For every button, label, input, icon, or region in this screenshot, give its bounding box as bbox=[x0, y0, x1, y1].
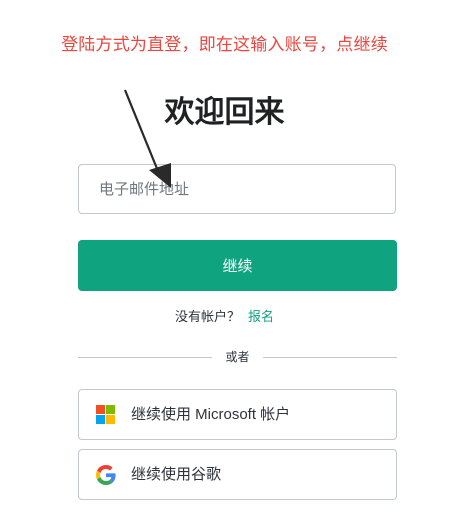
or-divider: 或者 bbox=[78, 347, 397, 367]
microsoft-logo-icon bbox=[96, 405, 116, 425]
signup-row: 没有帐户？ 报名 bbox=[0, 308, 449, 328]
google-logo-icon bbox=[96, 465, 116, 485]
login-page: 登陆方式为直登，即在这输入账号，点继续 欢迎回来 继续 没有帐户？ 报名 或者 继… bbox=[0, 0, 449, 519]
signup-link[interactable]: 报名 bbox=[248, 310, 274, 325]
continue-button[interactable]: 继续 bbox=[78, 240, 397, 291]
divider-line bbox=[263, 357, 397, 358]
instruction-annotation: 登陆方式为直登，即在这输入账号，点继续 bbox=[61, 35, 388, 55]
continue-with-microsoft-button[interactable]: 继续使用 Microsoft 帐户 bbox=[78, 389, 397, 440]
signup-prompt: 没有帐户？ bbox=[174, 310, 240, 325]
microsoft-button-label: 继续使用 Microsoft 帐户 bbox=[131, 406, 291, 423]
email-field[interactable] bbox=[78, 164, 396, 214]
continue-with-google-button[interactable]: 继续使用谷歌 bbox=[78, 449, 397, 500]
google-button-label: 继续使用谷歌 bbox=[131, 466, 222, 483]
page-title: 欢迎回来 bbox=[164, 95, 285, 130]
